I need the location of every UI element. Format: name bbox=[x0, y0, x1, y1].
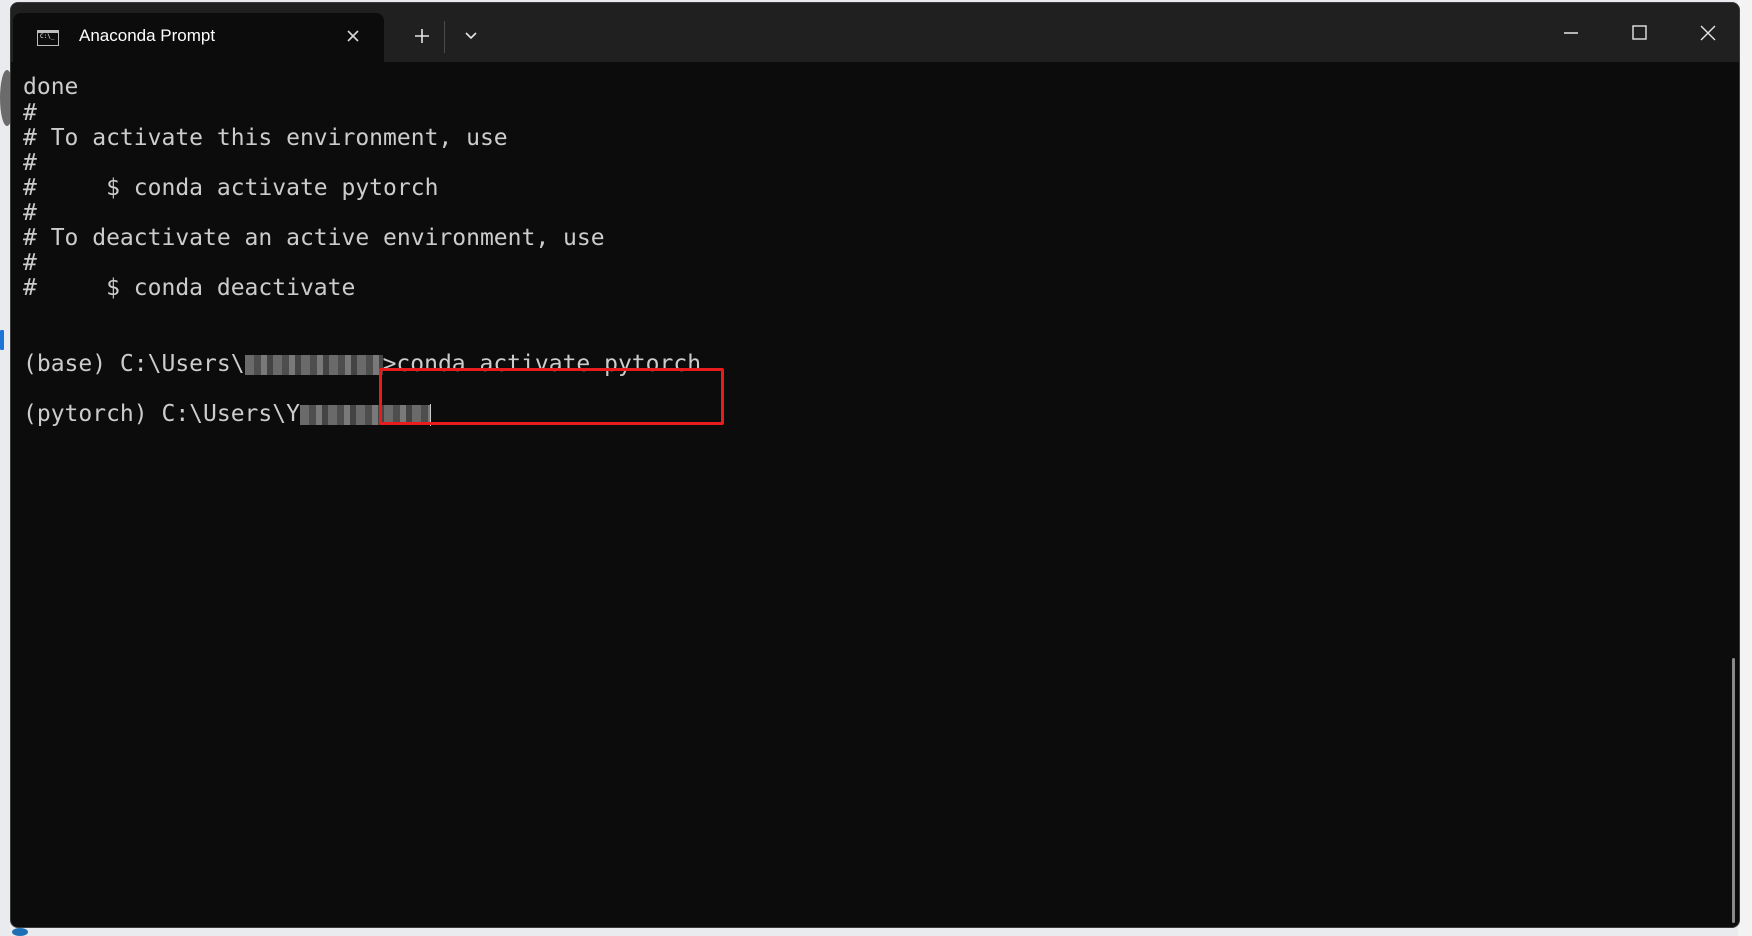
dropdown-button[interactable] bbox=[458, 23, 484, 49]
terminal-line: # $ conda activate pytorch bbox=[23, 175, 439, 201]
prompt-prefix: (pytorch) C:\Users\Y bbox=[23, 401, 300, 427]
tab-anaconda-prompt[interactable]: C:\_ Anaconda Prompt bbox=[13, 13, 384, 62]
terminal-icon: C:\_ bbox=[37, 30, 59, 46]
terminal-line: # To activate this environment, use bbox=[23, 125, 508, 151]
maximize-icon bbox=[1632, 25, 1647, 40]
terminal-line: done bbox=[23, 74, 79, 100]
close-icon bbox=[1700, 25, 1716, 41]
prompt-prefix: (base) C:\Users\ bbox=[23, 351, 245, 377]
tab-separator bbox=[444, 21, 445, 53]
terminal-line: # bbox=[23, 250, 37, 276]
tab-title: Anaconda Prompt bbox=[79, 26, 216, 45]
minimize-icon bbox=[1564, 32, 1578, 34]
terminal-line: # To deactivate an active environment, u… bbox=[23, 225, 605, 251]
close-icon[interactable] bbox=[341, 24, 365, 48]
terminal-line: # bbox=[23, 100, 37, 126]
desktop-background bbox=[1738, 0, 1752, 936]
command-highlight-box bbox=[379, 368, 724, 425]
terminal-line: # bbox=[23, 150, 37, 176]
redacted-username bbox=[244, 354, 383, 375]
terminal-window: C:\_ Anaconda Prompt done # # To activat… bbox=[10, 2, 1740, 928]
taskbar-icon bbox=[12, 928, 28, 936]
terminal-output[interactable]: done # # To activate this environment, u… bbox=[11, 62, 1739, 927]
chevron-down-icon bbox=[465, 32, 477, 40]
close-window-button[interactable] bbox=[1685, 15, 1731, 51]
plus-icon bbox=[415, 29, 429, 43]
title-bar: C:\_ Anaconda Prompt bbox=[11, 3, 1739, 62]
scrollbar[interactable] bbox=[1732, 658, 1735, 923]
maximize-button[interactable] bbox=[1616, 15, 1662, 51]
new-tab-button[interactable] bbox=[407, 21, 437, 51]
minimize-button[interactable] bbox=[1548, 15, 1594, 51]
desktop-indicator bbox=[0, 330, 4, 350]
terminal-line: # bbox=[23, 200, 37, 226]
terminal-line: # $ conda deactivate bbox=[23, 275, 356, 301]
prompt-line-pytorch: (pytorch) C:\Users\Y bbox=[23, 400, 431, 428]
